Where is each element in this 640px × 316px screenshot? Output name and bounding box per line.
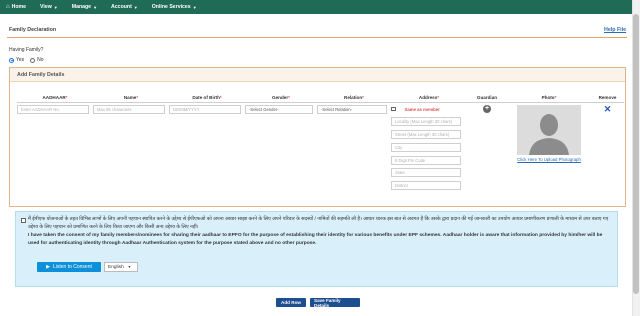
consent-text-hindi: मैं ईपीएफ योजनाओं के तहत विभिन्न लाभों क… bbox=[28, 217, 609, 230]
gender-select[interactable]: -Select Gender- bbox=[245, 104, 313, 114]
same-as-member-checkbox[interactable] bbox=[391, 106, 396, 112]
listen-consent-button[interactable]: ▶ Listen to Consent bbox=[37, 262, 101, 272]
action-buttons: Add Row Save Family Details bbox=[276, 298, 364, 308]
nav-home-label: Home bbox=[11, 4, 27, 10]
scrollbar[interactable] bbox=[632, 0, 640, 316]
consent-text-english: I have taken the consent of my family me… bbox=[28, 233, 603, 246]
street-input[interactable]: Street (Max Length 30 chars) bbox=[391, 130, 461, 140]
table-row: Enter AADHAAR No. Max 85 characters DD/M… bbox=[17, 102, 624, 194]
pincode-input[interactable]: 6 Digit Pin Code bbox=[391, 155, 461, 165]
nav-manage-label: Manage bbox=[71, 4, 92, 10]
consent-checkbox[interactable] bbox=[21, 218, 26, 223]
divider bbox=[7, 37, 627, 38]
nav-online-services-label: Online Services bbox=[151, 4, 191, 10]
col-name: Name* bbox=[93, 93, 169, 103]
having-family-label: Having Family? bbox=[9, 47, 44, 53]
add-family-panel: Add Family Details AADHAAR* Name* Date o… bbox=[9, 67, 626, 207]
district-input[interactable]: District bbox=[391, 181, 461, 191]
nav-home[interactable]: ⌂ Home bbox=[6, 4, 26, 10]
having-family-radio-group: Yes No bbox=[9, 57, 50, 63]
save-family-details-button[interactable]: Save Family Details bbox=[310, 298, 360, 308]
nav-view[interactable]: View ▼ bbox=[40, 4, 58, 10]
col-aadhaar: AADHAAR* bbox=[17, 93, 93, 103]
col-gender: Gender* bbox=[245, 93, 317, 103]
nav-manage[interactable]: Manage ▼ bbox=[72, 4, 97, 10]
add-row-button[interactable]: Add Row bbox=[276, 298, 306, 307]
table-header-row: AADHAAR* Name* Date of Birth* Gender* Re… bbox=[17, 93, 624, 103]
state-input[interactable]: State bbox=[391, 168, 461, 178]
scrollbar-thumb[interactable] bbox=[633, 14, 639, 294]
plus-circle-icon[interactable]: + bbox=[483, 104, 491, 113]
aadhaar-input[interactable]: Enter AADHAAR No. bbox=[17, 104, 89, 114]
language-select[interactable]: English ▼ bbox=[104, 262, 138, 272]
avatar-placeholder-icon bbox=[517, 104, 581, 155]
col-address: Address* bbox=[391, 93, 467, 103]
same-as-member-row: Same as member bbox=[391, 105, 467, 114]
panel-title: Add Family Details bbox=[10, 68, 625, 82]
consent-controls: ▶ Listen to Consent English ▼ bbox=[37, 262, 138, 272]
nav-online-services[interactable]: Online Services ▼ bbox=[152, 4, 197, 10]
caret-down-icon: ▼ bbox=[93, 4, 98, 10]
chevron-down-icon: ▼ bbox=[127, 265, 132, 269]
col-photo: Photo* bbox=[507, 93, 591, 103]
top-nav: ⌂ Home View ▼ Manage ▼ Account ▼ Online … bbox=[0, 0, 632, 14]
name-input[interactable]: Max 85 characters bbox=[93, 104, 165, 114]
col-guardian: Guardian bbox=[467, 93, 507, 103]
nav-account-label: Account bbox=[111, 4, 132, 10]
locality-input[interactable]: Locality (Max Length 30 chars) bbox=[391, 117, 461, 127]
radio-yes-label: Yes bbox=[16, 57, 25, 63]
language-select-value: English bbox=[108, 264, 124, 270]
close-icon[interactable]: ✕ bbox=[591, 104, 624, 113]
consent-box: मैं ईपीएफ योजनाओं के तहत विभिन्न लाभों क… bbox=[15, 211, 618, 287]
city-input[interactable]: City bbox=[391, 142, 461, 152]
home-icon: ⌂ bbox=[6, 4, 10, 10]
play-icon: ▶ bbox=[46, 264, 50, 270]
same-as-member-label: Same as member bbox=[404, 106, 440, 112]
nav-view-label: View bbox=[40, 4, 52, 10]
family-table: AADHAAR* Name* Date of Birth* Gender* Re… bbox=[17, 93, 624, 194]
caret-down-icon: ▼ bbox=[53, 4, 58, 10]
relation-select[interactable]: -Select Relation- bbox=[317, 104, 387, 114]
col-relation: Relation* bbox=[317, 93, 391, 103]
listen-consent-label: Listen to Consent bbox=[52, 264, 92, 270]
radio-yes[interactable] bbox=[9, 57, 14, 63]
radio-no-label: No bbox=[37, 57, 44, 63]
dob-input[interactable]: DD/MM/YYYY bbox=[169, 104, 241, 114]
help-file-link[interactable]: Help File bbox=[604, 27, 626, 33]
page-title: Family Declaration bbox=[9, 27, 57, 33]
upload-photo-link[interactable]: Click Here To Upload Photograph bbox=[507, 157, 591, 162]
caret-down-icon: ▼ bbox=[192, 4, 197, 10]
col-remove: Remove bbox=[591, 93, 624, 103]
col-dob: Date of Birth* bbox=[169, 93, 245, 103]
nav-account[interactable]: Account ▼ bbox=[111, 4, 138, 10]
photo-placeholder bbox=[517, 104, 581, 155]
radio-no[interactable] bbox=[30, 57, 36, 63]
caret-down-icon: ▼ bbox=[133, 4, 138, 10]
